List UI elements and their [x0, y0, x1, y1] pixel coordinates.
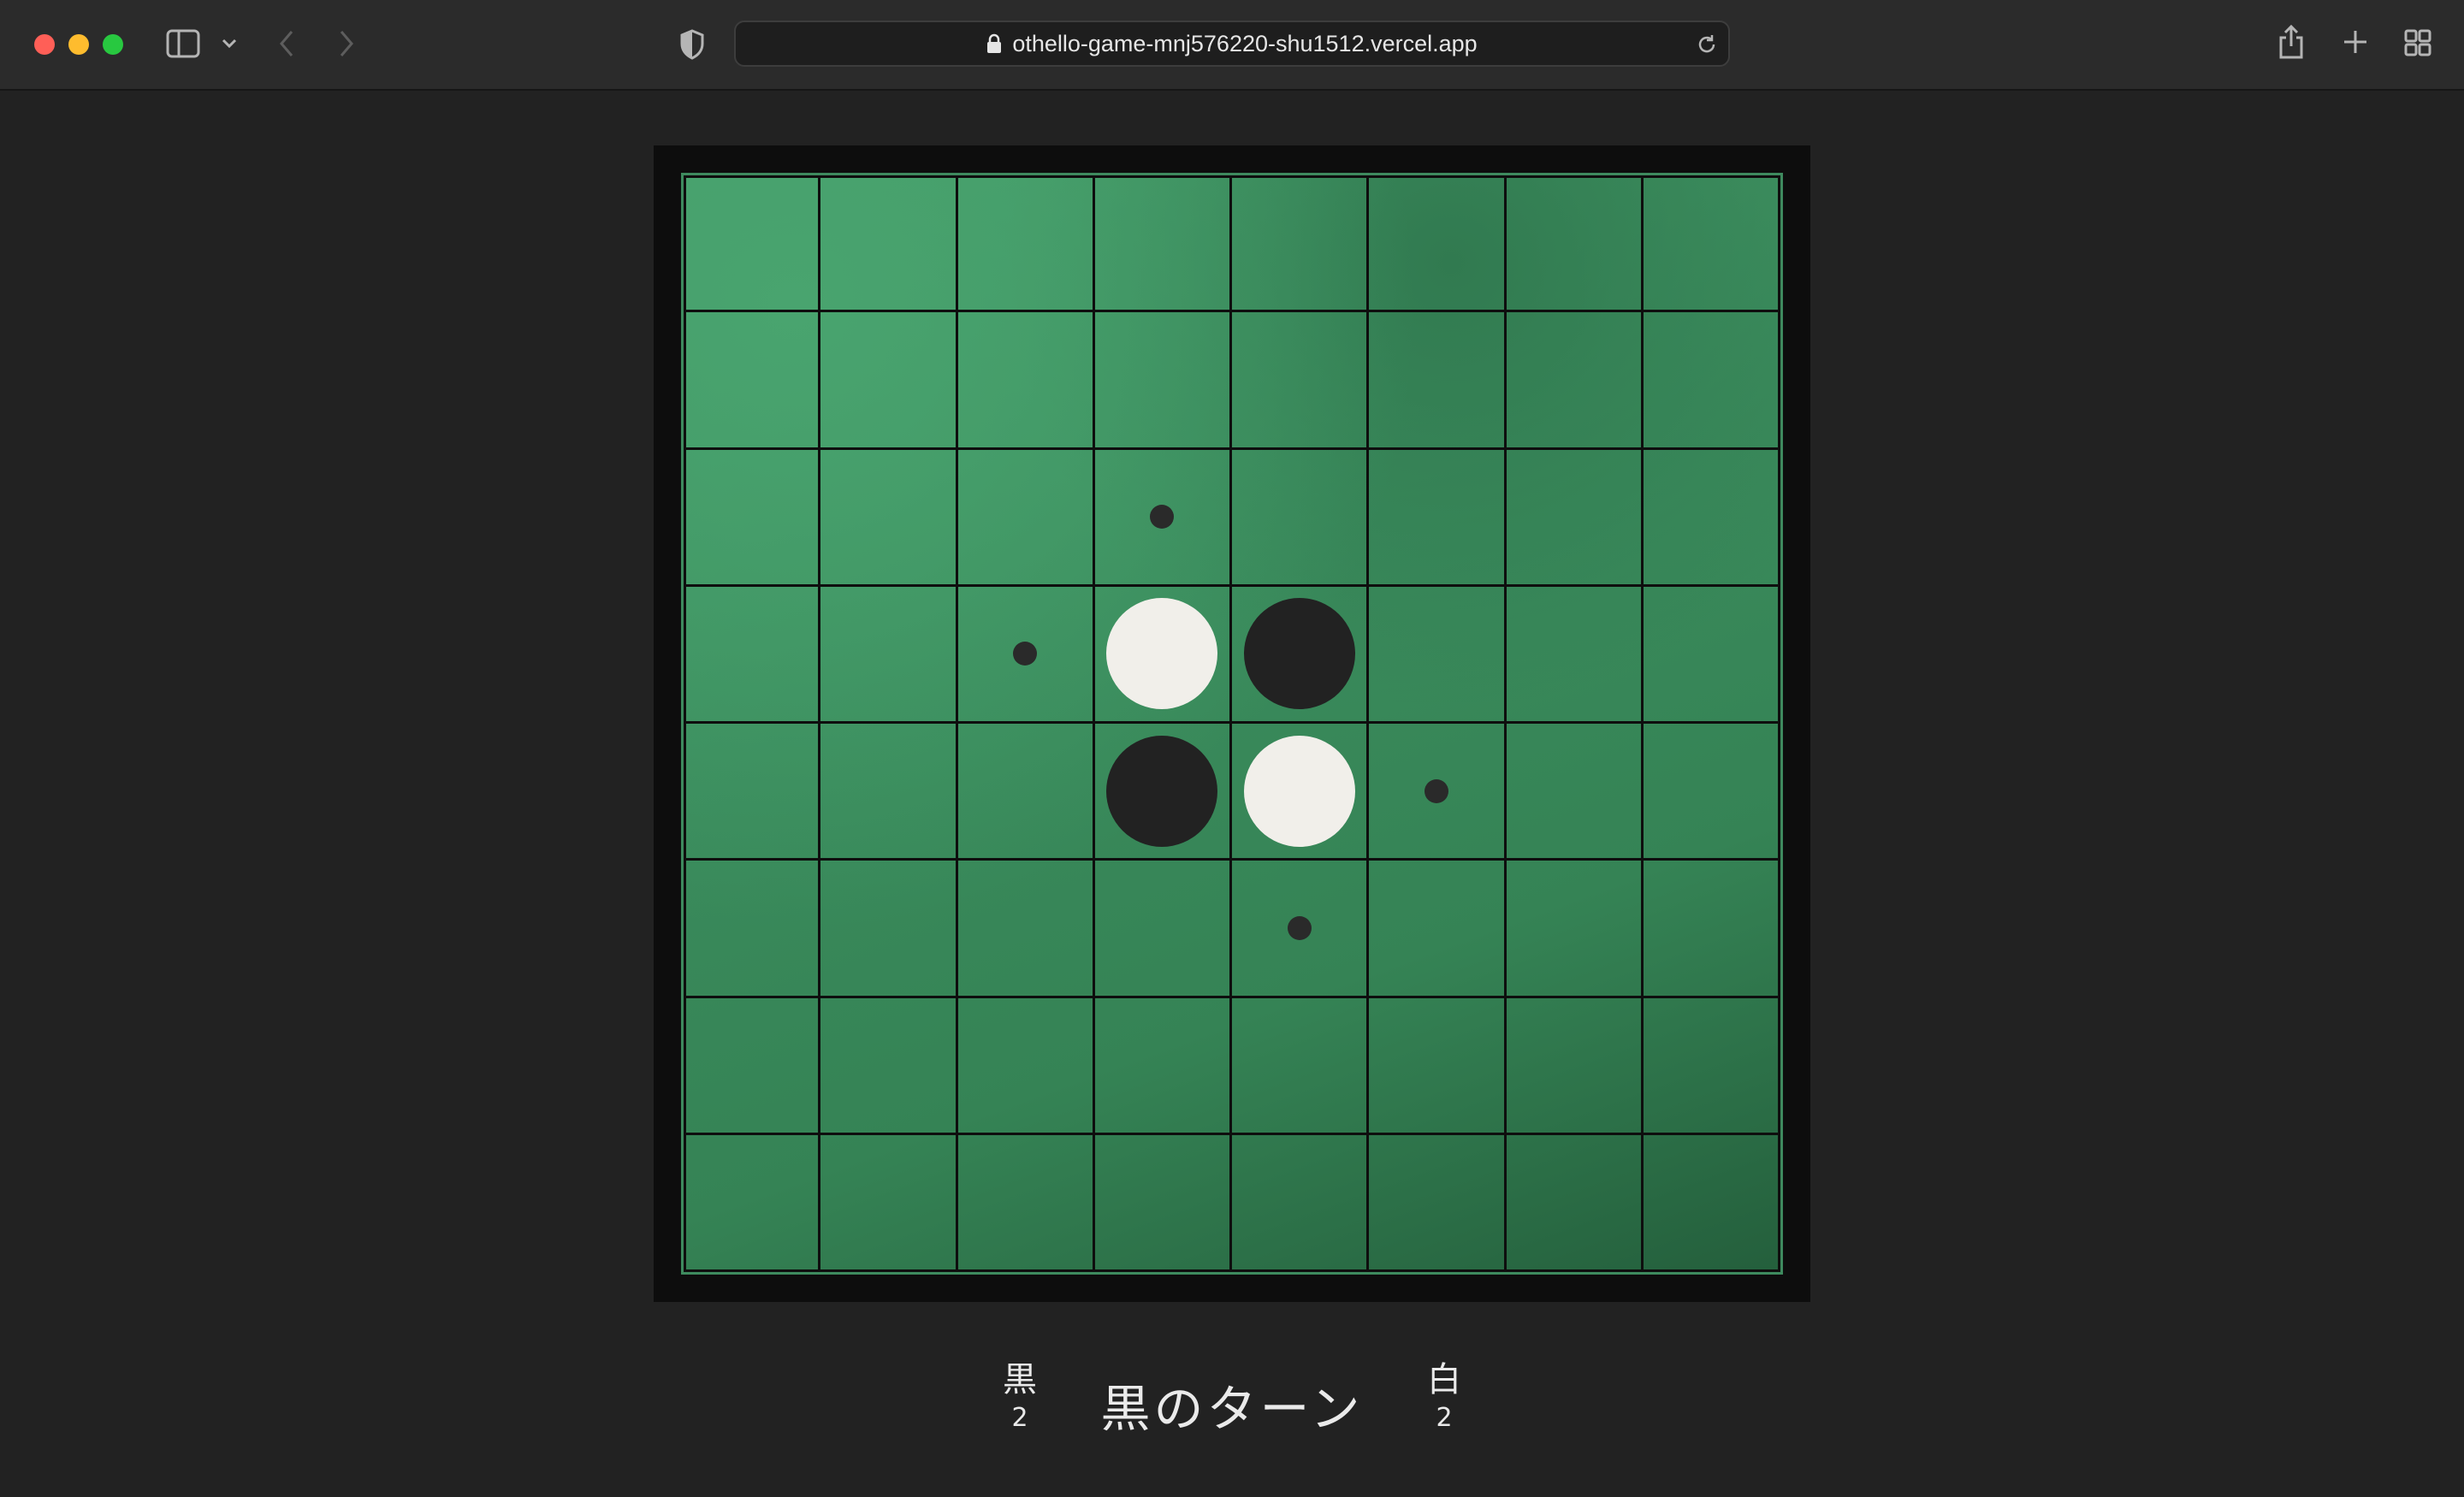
board-cell-1-2[interactable] — [957, 312, 1095, 450]
black-score: 黒 2 — [986, 1358, 1054, 1435]
board-grid — [684, 175, 1780, 1272]
board-cell-0-0[interactable] — [684, 175, 821, 313]
valid-move-marker — [1424, 778, 1448, 803]
board-cell-5-5[interactable] — [1369, 861, 1507, 998]
board-cell-0-4[interactable] — [1232, 175, 1370, 313]
board-cell-4-0[interactable] — [684, 724, 821, 861]
board-cell-2-1[interactable] — [820, 449, 958, 587]
board-cell-0-1[interactable] — [820, 175, 958, 313]
board-cell-6-3[interactable] — [1094, 997, 1232, 1135]
white-score-label: 白 — [1427, 1360, 1461, 1399]
valid-move-marker — [1287, 915, 1312, 940]
board-cell-3-7[interactable] — [1643, 586, 1780, 724]
black-disc — [1243, 598, 1355, 710]
board-cell-6-0[interactable] — [684, 997, 821, 1135]
board-cell-7-1[interactable] — [820, 1134, 958, 1272]
board-cell-0-3[interactable] — [1094, 175, 1232, 313]
board-cell-3-2[interactable] — [957, 586, 1095, 724]
share-icon[interactable] — [2277, 24, 2305, 60]
white-score: 白 2 — [1410, 1358, 1478, 1435]
white-disc — [1106, 598, 1218, 710]
board-cell-7-6[interactable] — [1506, 1134, 1644, 1272]
board-cell-5-7[interactable] — [1643, 861, 1780, 998]
othello-board — [681, 173, 1783, 1275]
board-cell-6-4[interactable] — [1232, 997, 1370, 1135]
close-window-button[interactable] — [34, 34, 55, 55]
board-cell-0-5[interactable] — [1369, 175, 1507, 313]
tab-overview-icon[interactable] — [2404, 29, 2431, 56]
white-score-count: 2 — [1436, 1403, 1453, 1433]
board-cell-5-6[interactable] — [1506, 861, 1644, 998]
board-cell-7-3[interactable] — [1094, 1134, 1232, 1272]
board-cell-3-6[interactable] — [1506, 586, 1644, 724]
sidebar-icon[interactable] — [166, 29, 200, 58]
board-cell-6-6[interactable] — [1506, 997, 1644, 1135]
minimize-window-button[interactable] — [68, 34, 89, 55]
board-cell-2-3[interactable] — [1094, 449, 1232, 587]
board-cell-1-5[interactable] — [1369, 312, 1507, 450]
board-cell-4-1[interactable] — [820, 724, 958, 861]
board-cell-1-6[interactable] — [1506, 312, 1644, 450]
board-cell-1-7[interactable] — [1643, 312, 1780, 450]
valid-move-marker — [1150, 505, 1175, 530]
black-disc — [1106, 735, 1218, 847]
board-cell-5-4[interactable] — [1232, 861, 1370, 998]
board-cell-0-6[interactable] — [1506, 175, 1644, 313]
board-cell-4-7[interactable] — [1643, 724, 1780, 861]
board-cell-4-6[interactable] — [1506, 724, 1644, 861]
board-cell-3-5[interactable] — [1369, 586, 1507, 724]
board-cell-7-7[interactable] — [1643, 1134, 1780, 1272]
board-cell-4-2[interactable] — [957, 724, 1095, 861]
board-cell-1-4[interactable] — [1232, 312, 1370, 450]
board-cell-4-3[interactable] — [1094, 724, 1232, 861]
board-cell-7-5[interactable] — [1369, 1134, 1507, 1272]
board-cell-4-4[interactable] — [1232, 724, 1370, 861]
board-frame — [654, 145, 1810, 1302]
board-cell-1-1[interactable] — [820, 312, 958, 450]
board-cell-2-6[interactable] — [1506, 449, 1644, 587]
board-cell-3-3[interactable] — [1094, 586, 1232, 724]
url-text: othello-game-mnj576220-shu1512.vercel.ap… — [1012, 30, 1478, 56]
back-icon[interactable] — [277, 29, 296, 58]
board-cell-6-1[interactable] — [820, 997, 958, 1135]
reload-icon[interactable] — [1696, 33, 1718, 56]
board-cell-2-0[interactable] — [684, 449, 821, 587]
shield-icon[interactable] — [679, 29, 705, 60]
board-cell-5-3[interactable] — [1094, 861, 1232, 998]
board-cell-6-5[interactable] — [1369, 997, 1507, 1135]
valid-move-marker — [1013, 642, 1038, 666]
plus-icon[interactable] — [2343, 29, 2368, 55]
board-cell-1-3[interactable] — [1094, 312, 1232, 450]
browser-toolbar: othello-game-mnj576220-shu1512.vercel.ap… — [0, 0, 2464, 91]
board-cell-6-2[interactable] — [957, 997, 1095, 1135]
board-cell-1-0[interactable] — [684, 312, 821, 450]
black-score-count: 2 — [1011, 1403, 1028, 1433]
board-cell-2-4[interactable] — [1232, 449, 1370, 587]
turn-indicator: 黒のターン — [1100, 1380, 1364, 1438]
white-disc — [1243, 735, 1355, 847]
board-cell-5-2[interactable] — [957, 861, 1095, 998]
lock-icon — [987, 33, 1002, 53]
chevron-down-icon[interactable] — [221, 38, 238, 50]
board-cell-2-5[interactable] — [1369, 449, 1507, 587]
address-bar[interactable]: othello-game-mnj576220-shu1512.vercel.ap… — [734, 21, 1730, 67]
board-cell-2-7[interactable] — [1643, 449, 1780, 587]
board-cell-7-2[interactable] — [957, 1134, 1095, 1272]
board-cell-6-7[interactable] — [1643, 997, 1780, 1135]
board-cell-5-1[interactable] — [820, 861, 958, 998]
board-cell-3-0[interactable] — [684, 586, 821, 724]
board-cell-3-4[interactable] — [1232, 586, 1370, 724]
board-cell-2-2[interactable] — [957, 449, 1095, 587]
board-cell-4-5[interactable] — [1369, 724, 1507, 861]
board-cell-7-0[interactable] — [684, 1134, 821, 1272]
board-cell-0-2[interactable] — [957, 175, 1095, 313]
maximize-window-button[interactable] — [103, 34, 123, 55]
black-score-label: 黒 — [1003, 1360, 1037, 1399]
board-cell-0-7[interactable] — [1643, 175, 1780, 313]
forward-icon[interactable] — [337, 29, 356, 58]
board-cell-3-1[interactable] — [820, 586, 958, 724]
board-cell-7-4[interactable] — [1232, 1134, 1370, 1272]
board-cell-5-0[interactable] — [684, 861, 821, 998]
